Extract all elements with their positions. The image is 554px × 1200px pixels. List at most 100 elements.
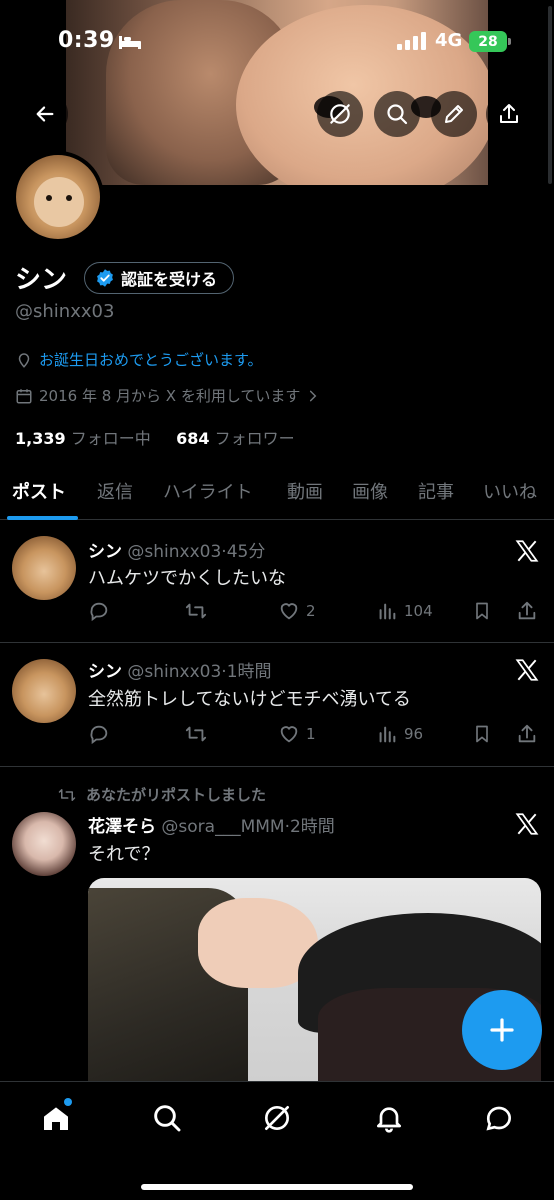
search-icon xyxy=(154,1105,181,1132)
hamster-eye xyxy=(66,195,72,201)
bookmark-button[interactable] xyxy=(472,600,492,622)
tab-posts[interactable]: ポスト xyxy=(12,478,66,504)
view-count: 104 xyxy=(404,602,433,620)
status-bar: 0:39 4G 28 xyxy=(0,22,554,62)
search-button[interactable] xyxy=(374,91,420,137)
compose-post-button[interactable] xyxy=(462,990,542,1070)
post-author-name: 花澤そら xyxy=(88,817,156,837)
like-count: 2 xyxy=(306,602,316,620)
reply-icon xyxy=(90,602,108,622)
grok-button[interactable] xyxy=(317,91,363,137)
battery-level: 28 xyxy=(478,33,498,50)
edit-button[interactable] xyxy=(431,91,477,137)
post-text: ハムケツでかくしたいな xyxy=(88,568,286,589)
like-icon xyxy=(280,603,298,620)
calendar-icon xyxy=(16,388,32,403)
home-icon xyxy=(44,1107,68,1130)
followers-link[interactable]: 684 フォロワー xyxy=(176,429,295,448)
like-button[interactable]: 1 xyxy=(278,723,316,745)
post-avatar[interactable] xyxy=(12,659,76,723)
following-link[interactable]: 1,339 フォロー中 xyxy=(15,429,151,448)
post-author-handle: @shinxx03 xyxy=(127,662,222,682)
profile-avatar[interactable] xyxy=(12,151,104,243)
reply-button[interactable] xyxy=(88,723,110,745)
post-time: 45分 xyxy=(226,542,266,562)
x-logo-icon[interactable] xyxy=(514,811,540,837)
get-verified-button[interactable]: 認証を受ける xyxy=(84,262,235,294)
post-author-name: シン xyxy=(88,662,122,682)
repost-icon xyxy=(185,603,207,619)
share-button[interactable] xyxy=(486,91,532,137)
x-logo-icon[interactable] xyxy=(514,657,540,683)
reply-icon xyxy=(90,725,108,745)
repost-button[interactable] xyxy=(184,723,208,745)
followers-label: フォロワー xyxy=(214,429,295,448)
hamster-face xyxy=(34,177,84,227)
bottom-navigation xyxy=(0,1081,554,1200)
post-time: 1時間 xyxy=(226,662,272,682)
following-count: 1,339 xyxy=(15,429,66,448)
nav-home[interactable] xyxy=(40,1098,72,1134)
repost-button[interactable] xyxy=(184,600,208,622)
bookmark-icon xyxy=(476,725,488,743)
post-avatar[interactable] xyxy=(12,812,76,876)
profile-name: シン xyxy=(15,265,68,295)
bell-icon xyxy=(377,1107,401,1133)
post-header: シン @shinxx03·45分 xyxy=(88,542,266,562)
chevron-right-icon xyxy=(310,390,317,401)
nav-search[interactable] xyxy=(151,1102,183,1134)
birthday-line: お誕生日おめでとうございます。 xyxy=(15,349,263,370)
post-header: 花澤そら @sora___MMM·2時間 xyxy=(88,817,335,837)
tab-replies[interactable]: 返信 xyxy=(97,478,133,504)
like-button[interactable]: 2 xyxy=(278,600,316,622)
sleep-focus-icon xyxy=(118,34,142,54)
cellular-signal-icon xyxy=(397,32,427,54)
nav-messages[interactable] xyxy=(483,1102,515,1134)
tab-highlights[interactable]: ハイライト xyxy=(163,478,253,504)
repost-note: あなたがリポストしました xyxy=(56,784,266,805)
hamster-eye xyxy=(46,195,52,201)
follow-stats: 1,339 フォロー中 684 フォロワー xyxy=(15,425,295,449)
home-indicator[interactable] xyxy=(141,1184,413,1190)
post-author-name: シン xyxy=(88,542,122,562)
post-avatar[interactable] xyxy=(12,536,76,600)
nav-notifications[interactable] xyxy=(373,1102,405,1134)
tab-photos[interactable]: 画像 xyxy=(352,478,388,504)
x-logo-icon[interactable] xyxy=(514,538,540,564)
joined-line[interactable]: 2016 年 8 月から X を利用しています xyxy=(15,385,320,406)
share-post-button[interactable] xyxy=(516,723,538,745)
get-verified-label: 認証を受ける xyxy=(121,270,218,289)
bookmark-icon xyxy=(476,602,488,620)
post-item[interactable]: シン @shinxx03·1時間 全然筋トレしてないけどモチベ湧いてる 1 96 xyxy=(0,643,554,767)
share-post-button[interactable] xyxy=(516,600,538,622)
share-icon xyxy=(500,104,518,123)
views-icon xyxy=(379,603,396,620)
repost-note-text: あなたがリポストしました xyxy=(86,786,267,804)
views-button[interactable]: 96 xyxy=(376,723,423,745)
reply-button[interactable] xyxy=(88,600,110,622)
post-item[interactable]: シン @shinxx03·45分 ハムケツでかくしたいな 2 104 xyxy=(0,520,554,643)
post-text: それで？ xyxy=(88,844,160,865)
tab-videos[interactable]: 動画 xyxy=(287,478,323,504)
search-icon xyxy=(387,104,408,125)
views-icon xyxy=(379,726,396,743)
location-pin-icon xyxy=(18,352,30,368)
like-count: 1 xyxy=(306,725,316,743)
back-button[interactable] xyxy=(22,91,68,137)
birthday-text[interactable]: お誕生日おめでとうございます。 xyxy=(39,349,263,370)
like-icon xyxy=(280,726,298,743)
share-icon xyxy=(518,601,536,620)
tab-articles[interactable]: 記事 xyxy=(418,478,454,504)
joined-text: 2016 年 8 月から X を利用しています xyxy=(39,387,301,405)
post-actions: 2 104 xyxy=(88,600,542,626)
nav-grok[interactable] xyxy=(261,1102,293,1134)
post-actions: 1 96 xyxy=(88,723,542,749)
view-count: 96 xyxy=(404,725,424,743)
battery-indicator: 28 xyxy=(469,31,511,52)
followers-count: 684 xyxy=(176,429,210,448)
notification-dot xyxy=(64,1098,72,1106)
post-text: 全然筋トレしてないけどモチベ湧いてる xyxy=(88,689,411,710)
bookmark-button[interactable] xyxy=(472,723,492,745)
views-button[interactable]: 104 xyxy=(376,600,433,622)
tab-likes[interactable]: いいね xyxy=(483,478,537,504)
